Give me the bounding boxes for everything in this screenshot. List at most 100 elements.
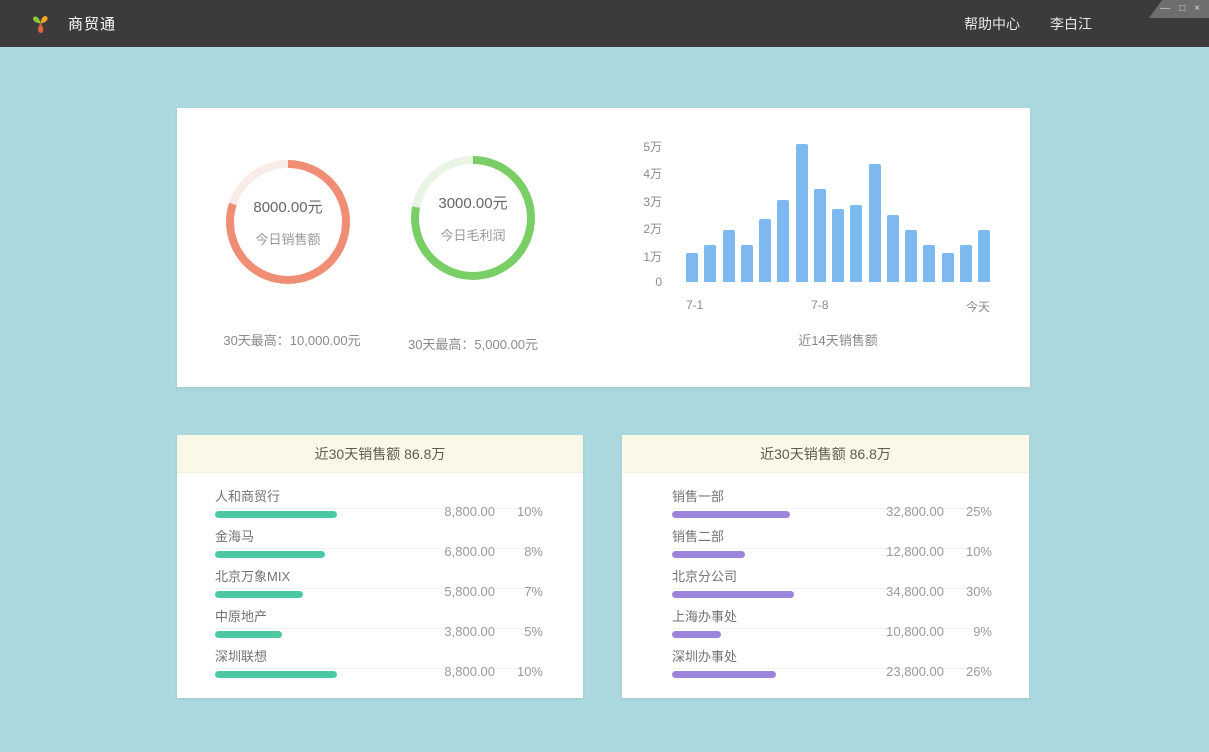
today-sales-value: 8000.00元 xyxy=(253,196,322,217)
y-tick-label: 5万 xyxy=(643,138,662,155)
customers-list: 人和商贸行8,800.00 10% 金海马6,800.00 8% 北京万象MIX5,80… xyxy=(177,473,583,678)
today-sales-label: 今日销售额 xyxy=(255,229,320,248)
username-menu[interactable]: 李白江 xyxy=(1050,14,1092,34)
today-profit-donut-chart: 3000.00元 今日毛利润 xyxy=(411,156,535,280)
item-percent: 10% xyxy=(958,544,992,559)
list-item: 上海办事处10,800.009% xyxy=(672,609,992,638)
y-tick-label: 3万 xyxy=(643,193,662,210)
item-name: 金海马 xyxy=(215,526,419,545)
departments-sales-card: 近30天销售额 86.8万 销售一部32,800.00 25% 销售二部12,800… xyxy=(622,435,1029,698)
bar-chart-title: 近14天销售额 xyxy=(686,330,990,349)
sales-bar-plot xyxy=(686,144,990,282)
x-tick-today: 今天 xyxy=(966,298,990,315)
item-name: 北京万象MIX xyxy=(215,566,419,585)
item-name: 销售二部 xyxy=(672,526,868,545)
item-name: 人和商贸行 xyxy=(215,486,419,505)
departments-list: 销售一部32,800.0025%销售二部12,800.0010%北京分公司34,… xyxy=(622,473,1029,678)
departments-card-title: 近30天销售额 86.8万 xyxy=(622,435,1029,473)
item-value: 12,800.00 xyxy=(868,544,944,559)
sales-bar xyxy=(814,189,826,282)
maximize-icon[interactable]: □ xyxy=(1179,4,1185,14)
item-bar xyxy=(672,631,721,638)
list-item: 金海马6,800.00 8% xyxy=(215,529,543,558)
sales-bar xyxy=(869,164,881,282)
titlebar: 商贸通 帮助中心 李白江 — □ × xyxy=(0,0,1209,47)
item-bar xyxy=(215,671,337,678)
item-bar xyxy=(215,631,282,638)
item-bar xyxy=(672,511,790,518)
item-bar xyxy=(215,591,303,598)
sales-bar xyxy=(923,245,935,282)
item-name: 深圳办事处 xyxy=(672,646,868,665)
donut-center-text: 8000.00元 今日销售额 xyxy=(226,160,350,284)
list-item: 中原地产3,800.00 5% xyxy=(215,609,543,638)
minimize-icon[interactable]: — xyxy=(1160,4,1170,14)
list-item: 北京万象MIX5,800.00 7% xyxy=(215,569,543,598)
help-center-link[interactable]: 帮助中心 xyxy=(964,14,1020,34)
item-percent: 8% xyxy=(509,544,543,559)
pinwheel-logo-icon xyxy=(28,11,53,36)
sales-bar xyxy=(887,215,899,282)
y-tick-label: 2万 xyxy=(643,220,662,237)
item-value: 32,800.00 xyxy=(868,504,944,519)
item-percent: 26% xyxy=(958,664,992,679)
item-name: 中原地产 xyxy=(215,606,419,625)
item-value: 6,800.00 xyxy=(419,544,495,559)
item-percent: 30% xyxy=(958,584,992,599)
item-name: 北京分公司 xyxy=(672,566,868,585)
bar-chart-x-axis: 7-1 7-8 今天 xyxy=(686,298,990,314)
item-bar xyxy=(672,671,776,678)
sales-bar xyxy=(850,205,862,282)
item-value: 23,800.00 xyxy=(868,664,944,679)
sales-bar xyxy=(796,144,808,282)
item-bar xyxy=(215,511,337,518)
today-profit-value: 3000.00元 xyxy=(438,192,507,213)
item-name: 深圳联想 xyxy=(215,646,419,665)
close-icon[interactable]: × xyxy=(1194,4,1200,14)
app-title: 商贸通 xyxy=(68,13,116,34)
item-percent: 7% xyxy=(509,584,543,599)
y-tick-label: 1万 xyxy=(643,248,662,265)
profit-30d-max-caption: 30天最高：5,000.00元 xyxy=(408,334,538,353)
sales-bar xyxy=(759,219,771,282)
x-tick-7-1: 7-1 xyxy=(686,298,703,312)
list-item: 销售一部32,800.00 25% xyxy=(672,489,992,518)
item-bar xyxy=(672,591,794,598)
sales-30d-max-caption: 30天最高：10,000.00元 xyxy=(223,330,360,349)
item-value: 8,800.00 xyxy=(419,504,495,519)
y-tick-label: 4万 xyxy=(643,165,662,182)
sales-bar xyxy=(905,230,917,282)
today-sales-donut-chart: 8000.00元 今日销售额 xyxy=(226,160,350,284)
sales-bar xyxy=(723,230,735,282)
item-value: 5,800.00 xyxy=(419,584,495,599)
sales-bar xyxy=(978,230,990,282)
item-percent: 9% xyxy=(958,624,992,639)
sales-bar xyxy=(960,245,972,282)
sales-bar xyxy=(942,253,954,282)
donut-center-text: 3000.00元 今日毛利润 xyxy=(411,156,535,280)
list-item: 销售二部12,800.00 10% xyxy=(672,529,992,558)
list-item: 人和商贸行8,800.00 10% xyxy=(215,489,543,518)
y-tick-label: 0 xyxy=(655,275,662,289)
overview-card: 8000.00元 今日销售额 30天最高：10,000.00元 3000.00元… xyxy=(177,108,1030,387)
item-bar xyxy=(215,551,325,558)
item-value: 3,800.00 xyxy=(419,624,495,639)
list-item: 深圳办事处23,800.00 26% xyxy=(672,649,992,678)
sales-bar xyxy=(777,200,789,282)
sales-bar xyxy=(832,209,844,282)
app-window: { "colors": { "page_background": "#aad8d… xyxy=(0,0,1209,752)
item-percent: 25% xyxy=(958,504,992,519)
bar-chart-y-axis: 5万 4万 3万 2万 1万 0 xyxy=(615,138,662,289)
item-percent: 10% xyxy=(509,664,543,679)
item-name: 销售一部 xyxy=(672,486,868,505)
sales-bar xyxy=(686,253,698,282)
sales-bar xyxy=(741,245,753,282)
item-percent: 5% xyxy=(509,624,543,639)
item-bar xyxy=(672,551,745,558)
list-item: 深圳联想8,800.0010% xyxy=(215,649,543,678)
x-tick-7-8: 7-8 xyxy=(811,298,828,312)
item-value: 10,800.00 xyxy=(868,624,944,639)
titlebar-menu: 帮助中心 李白江 xyxy=(964,0,1092,47)
customers-sales-card: 近30天销售额 86.8万 人和商贸行8,800.0010%金海马6,800.0… xyxy=(177,435,583,698)
item-percent: 10% xyxy=(509,504,543,519)
